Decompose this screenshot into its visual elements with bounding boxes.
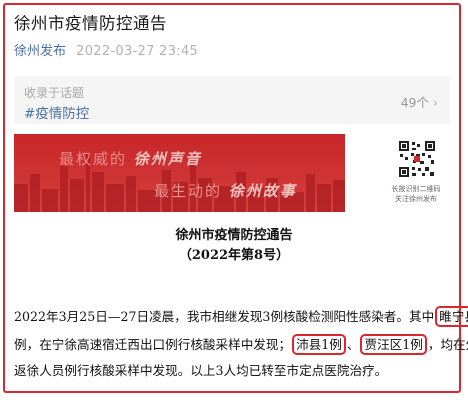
topic-card[interactable]: 收录于话题 #疫情防控 49个 › xyxy=(14,76,450,124)
banner-image: 最权威的 徐州声音 最生动的 徐州故事 长按识别二维码 关注徐州发布 xyxy=(14,134,452,212)
notice-line-1: 2022年3月25日—27日凌晨，我市相继发现3例核酸检测阳性感染者。其中睢宁县… xyxy=(14,306,468,327)
highlight-jiawang: 贾汪区1例 xyxy=(360,334,427,355)
article-title: 徐州市疫情防控通告 xyxy=(14,14,167,33)
topic-label: 收录于话题 xyxy=(24,86,85,100)
slogan2-text-b: 徐州故事 xyxy=(228,182,297,200)
qr-code-icon xyxy=(398,140,436,178)
topic-count-text: 49个 xyxy=(400,95,430,110)
notice-number: （2022年第8号） xyxy=(178,248,290,263)
line2-text-b: 、 xyxy=(346,337,360,352)
slogan1-text-b: 徐州声音 xyxy=(133,150,202,168)
qr-caption-2: 关注徐州发布 xyxy=(395,195,437,203)
line1-text: 2022年3月25日—27日凌晨，我市相继发现3例核酸检测阳性感染者。其中 xyxy=(14,309,435,324)
notice-title: 徐州市疫情防控通告 xyxy=(175,228,293,243)
notice-line-3: 返徐人员例行核酸采样中发现。以上3人均已转至市定点医院治疗。 xyxy=(14,363,388,378)
slogan1-text-a: 最权威的 xyxy=(59,150,128,168)
author-link[interactable]: 徐州发布 xyxy=(14,44,66,59)
line2-text-a: 例，在宁徐高速宿迁西出口例行核酸采样中发现； xyxy=(14,337,292,352)
chevron-right-icon: › xyxy=(429,95,438,110)
highlight-suining: 睢宁县1 xyxy=(435,306,468,327)
line2-text-c: ，均在外市 xyxy=(427,337,468,352)
topic-tag-link[interactable]: #疫情防控 xyxy=(24,102,89,122)
banner-slogan-2: 最生动的 徐州故事 xyxy=(154,180,297,201)
publish-date: 2022-03-27 23:45 xyxy=(76,44,199,59)
slogan2-text-a: 最生动的 xyxy=(154,182,223,200)
article-meta: 徐州发布 2022-03-27 23:45 xyxy=(14,40,198,59)
highlight-peixian: 沛县1例 xyxy=(292,334,346,355)
banner-slogan-1: 最权威的 徐州声音 xyxy=(59,148,202,169)
topic-count: 49个 › xyxy=(401,92,438,111)
notice-line-2: 例，在宁徐高速宿迁西出口例行核酸采样中发现；沛县1例、贾汪区1例，均在外市 xyxy=(14,334,468,355)
qr-caption-1: 长按识别二维码 xyxy=(391,185,441,193)
